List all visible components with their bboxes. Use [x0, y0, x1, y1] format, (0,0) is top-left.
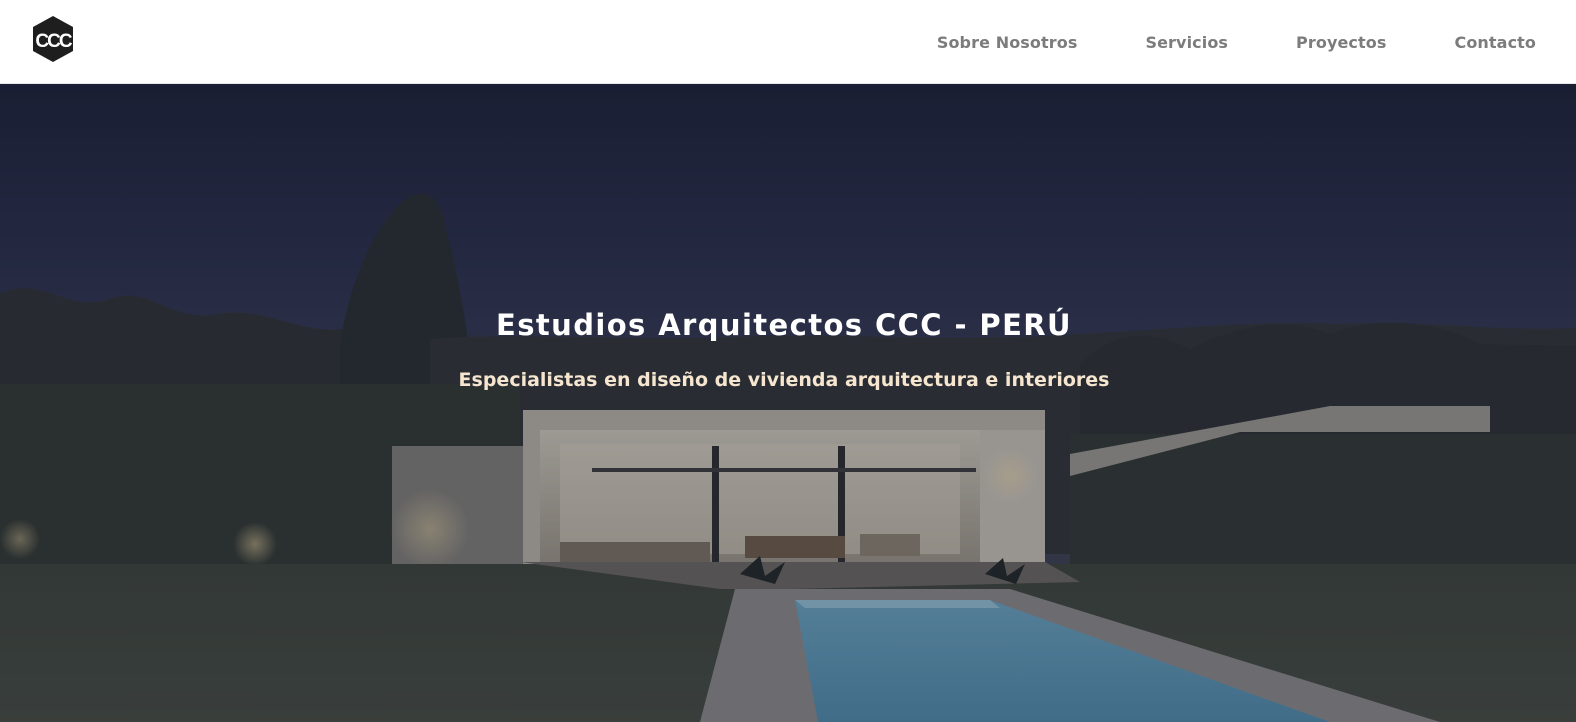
- hero-dark-overlay: [0, 84, 1576, 722]
- nav-servicios[interactable]: Servicios: [1145, 33, 1228, 52]
- hero-subtitle: Especialistas en diseño de vivienda arqu…: [458, 369, 1110, 391]
- nav-sobre-nosotros[interactable]: Sobre Nosotros: [937, 33, 1078, 52]
- nav-contacto[interactable]: Contacto: [1455, 33, 1537, 52]
- ccc-logo[interactable]: CCC: [30, 14, 76, 64]
- ccc-logo-icon: CCC: [33, 16, 75, 62]
- main-nav: Sobre Nosotros Servicios Proyectos Conta…: [869, 0, 1536, 84]
- svg-text:CCC: CCC: [35, 31, 72, 52]
- hero-title: Estudios Arquitectos CCC - PERÚ: [496, 308, 1072, 342]
- site-header: CCC Sobre Nosotros Servicios Proyectos C…: [0, 0, 1576, 84]
- hero-section: Estudios Arquitectos CCC - PERÚ Especial…: [0, 84, 1576, 722]
- nav-proyectos[interactable]: Proyectos: [1296, 33, 1386, 52]
